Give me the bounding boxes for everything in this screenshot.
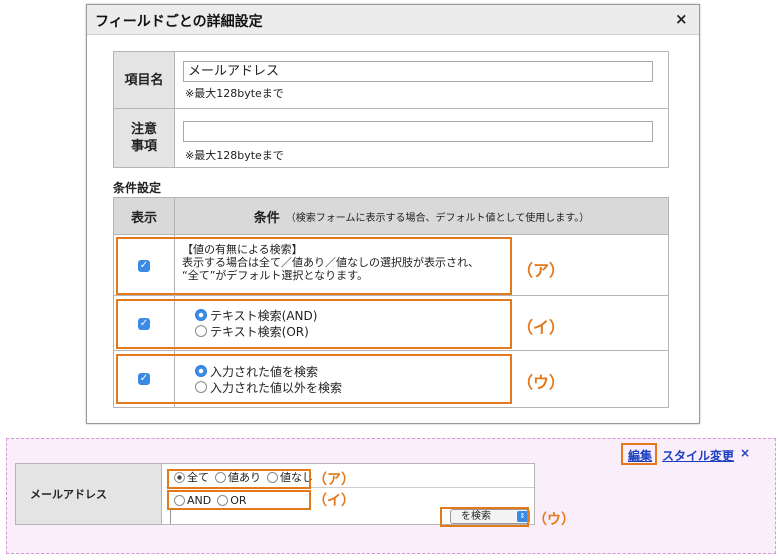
col-condition-title: 条件: [253, 210, 280, 226]
conditions-section-title: 条件設定: [113, 181, 162, 195]
marker-a: （ア）: [517, 261, 566, 280]
edit-link[interactable]: 編集: [628, 447, 652, 464]
field-name-cell: メールアドレス ※最大128byteまで: [174, 51, 669, 109]
preview-marker-b: （イ）: [313, 493, 355, 509]
close-icon[interactable]: ×: [675, 10, 688, 28]
preview-marker-a: （ア）: [313, 472, 355, 488]
col-condition-note: （検索フォームに表示する場合、デフォルト値として使用します。）: [285, 212, 590, 224]
col-display-header: 表示: [113, 197, 175, 235]
dialog-header: フィールドごとの詳細設定 ×: [87, 5, 699, 35]
preview-highlight-b: [167, 490, 311, 510]
preview-text-input[interactable]: [170, 510, 444, 524]
field-name-input[interactable]: メールアドレス: [183, 61, 653, 82]
caution-note: ※最大128byteまで: [185, 149, 284, 162]
caution-label-line2: 事項: [130, 139, 157, 154]
caution-label-line1: 注意: [130, 122, 157, 137]
form-preview: 編集 スタイル変更 × メールアドレス 全て 値あり 値なし AND OR を検…: [6, 438, 776, 554]
field-name-label: 項目名: [113, 51, 175, 109]
caution-input[interactable]: [183, 121, 653, 142]
caution-cell: ※最大128byteまで: [174, 108, 669, 168]
preview-marker-c: （ウ）: [533, 512, 575, 528]
preview-highlight-c: [440, 507, 529, 527]
col-condition-header: 条件 （検索フォームに表示する場合、デフォルト値として使用します。）: [174, 197, 669, 235]
close-icon[interactable]: ×: [740, 446, 750, 460]
highlight-box-a: [116, 237, 512, 295]
highlight-box-b: [116, 299, 512, 349]
preview-highlight-a: [167, 469, 311, 489]
highlight-box-c: [116, 354, 512, 404]
dialog-title: フィールドごとの詳細設定: [95, 14, 263, 30]
marker-b: （イ）: [517, 318, 566, 337]
field-settings-dialog: フィールドごとの詳細設定 × 項目名 メールアドレス ※最大128byteまで …: [86, 4, 700, 424]
field-name-note: ※最大128byteまで: [185, 87, 284, 100]
style-change-link[interactable]: スタイル変更: [662, 447, 734, 464]
caution-label: 注意 事項: [113, 108, 175, 168]
preview-field-label: メールアドレス: [16, 464, 162, 524]
marker-c: （ウ）: [517, 373, 566, 392]
